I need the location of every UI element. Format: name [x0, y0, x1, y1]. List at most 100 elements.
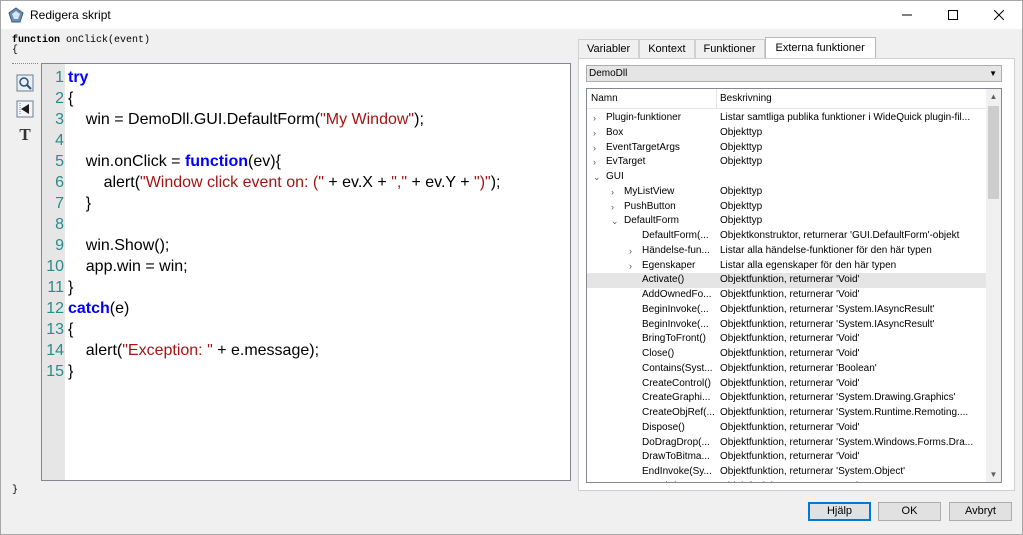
tree-row[interactable]: AddOwnedFo... Objektfunktion, returnerar …	[587, 288, 987, 303]
code-text: }	[68, 361, 73, 382]
tree-row[interactable]: EndInvoke(Sy... Objektfunktion, returnera…	[587, 465, 987, 480]
tree-row[interactable]: BringToFront() Objektfunktion, returnerar…	[587, 332, 987, 347]
code-token: (e)	[109, 300, 130, 317]
tree-item-name: Händelse-fun...	[642, 244, 710, 256]
code-token: {	[68, 321, 74, 338]
tree-item-name: DefaultForm	[624, 215, 680, 227]
insert-tool-button[interactable]	[15, 99, 35, 119]
signature-close-brace: }	[12, 485, 19, 496]
code-text: try	[68, 67, 88, 88]
tree-row[interactable]: › Box Objekttyp	[587, 126, 987, 141]
vertical-scrollbar[interactable]: ▲ ▼	[986, 89, 1001, 482]
code-editor[interactable]: 1 try 2{3 win = DemoDll.GUI.DefaultForm("M…	[41, 63, 571, 481]
tree-item-name: EndInvoke(Sy...	[642, 466, 712, 477]
expand-chevron-icon[interactable]: ›	[593, 111, 596, 126]
tree-row[interactable]: BeginInvoke(... Objektfunktion, returnera…	[587, 303, 987, 318]
tree-item-name: EvTarget	[606, 156, 646, 168]
collapse-chevron-icon[interactable]: ⌄	[611, 214, 619, 229]
line-number: 2	[55, 90, 64, 107]
help-button[interactable]: Hjälp	[808, 502, 871, 521]
tree-row[interactable]: ⌄ DefaultForm Objekttyp	[587, 214, 987, 229]
code-string: ")"	[474, 174, 491, 191]
tree-row[interactable]: DrawToBitma... Objektfunktion, returnerar…	[587, 450, 987, 465]
tree-rows: › Plugin-funktioner Listar samtliga publik…	[587, 111, 987, 482]
tree-row[interactable]: Equals(Syst... Objektfunktion, returnerar…	[587, 480, 987, 482]
tree-row[interactable]: ⌄ GUI	[587, 170, 987, 185]
cancel-button[interactable]: Avbryt	[949, 502, 1012, 521]
tab-externa-funktioner[interactable]: Externa funktioner	[764, 37, 876, 58]
signature-keyword: function	[12, 35, 61, 46]
code-token: }	[68, 195, 92, 212]
close-button[interactable]	[976, 1, 1022, 29]
expand-chevron-icon[interactable]: ›	[593, 155, 596, 170]
line-number: 5	[55, 153, 64, 170]
tree-item-description: Objektfunktion, returnerar 'System.IAsyn…	[720, 318, 935, 330]
code-token: win = DemoDll.GUI.DefaultForm(	[68, 111, 321, 128]
insert-arrow-icon	[16, 100, 34, 118]
maximize-button[interactable]	[930, 1, 976, 29]
editor-toolbar: T	[15, 73, 37, 151]
code-text: }	[68, 193, 91, 214]
line-number: 15	[46, 363, 64, 380]
tree-item-name: AddOwnedFo...	[642, 289, 712, 300]
tab-variabler[interactable]: Variabler	[578, 39, 640, 58]
tree-row[interactable]: CreateControl() Objektfunktion, returnera…	[587, 377, 987, 392]
tree-row[interactable]: › EvTarget Objekttyp	[587, 155, 987, 170]
tree-row[interactable]: › Plugin-funktioner Listar samtliga publik…	[587, 111, 987, 126]
scroll-down-icon[interactable]: ▼	[986, 467, 1001, 482]
column-divider[interactable]	[716, 89, 717, 109]
scroll-thumb[interactable]	[988, 106, 999, 199]
tree-row[interactable]: › PushButton Objekttyp	[587, 200, 987, 215]
tab-funktioner[interactable]: Funktioner	[694, 39, 765, 58]
column-header-name[interactable]: Namn	[591, 93, 618, 104]
tree-item-description: Objektfunktion, returnerar 'Void'	[720, 377, 860, 389]
tree-item-name: Plugin-funktioner	[606, 112, 682, 123]
divider	[12, 63, 38, 64]
tree-item-name: DrawToBitma...	[642, 451, 710, 463]
expand-chevron-icon[interactable]: ›	[593, 126, 596, 141]
find-tool-button[interactable]	[15, 73, 35, 93]
tab-kontext[interactable]: Kontext	[639, 39, 695, 58]
expand-chevron-icon[interactable]: ›	[629, 259, 632, 274]
tree-item-description: Objektfunktion, returnerar 'System.Objec…	[720, 466, 906, 477]
tree-row[interactable]: › Händelse-fun... Listar alla händelse-fun…	[587, 244, 987, 259]
search-icon	[16, 74, 34, 92]
tree-item-description: Objektfunktion, returnerar 'Void'	[720, 289, 860, 300]
code-text: alert("Window click event on: (" + ev.X …	[68, 172, 501, 193]
tree-item-description: Objektfunktion, returnerar 'System.Drawi…	[720, 392, 956, 404]
tree-row[interactable]: DoDragDrop(... Objektfunktion, returnerar…	[587, 436, 987, 451]
expand-chevron-icon[interactable]: ›	[629, 244, 632, 259]
minimize-button[interactable]	[884, 1, 930, 29]
tree-row[interactable]: Dispose() Objektfunktion, returnerar 'Voi…	[587, 421, 987, 436]
code-token: win.onClick =	[68, 153, 185, 170]
code-token: + e.message);	[212, 342, 320, 359]
code-text: }	[68, 277, 73, 298]
ok-button[interactable]: OK	[878, 502, 941, 521]
tree-row[interactable]: Activate() Objektfunktion, returnerar 'Vo…	[587, 273, 987, 288]
column-header-description[interactable]: Beskrivning	[720, 93, 772, 104]
chevron-down-icon: ▼	[989, 69, 997, 78]
expand-chevron-icon[interactable]: ›	[611, 185, 614, 200]
expand-chevron-icon[interactable]: ›	[593, 141, 596, 156]
tree-row[interactable]: Contains(Syst... Objektfunktion, returner…	[587, 362, 987, 377]
tree-row[interactable]: › Egenskaper Listar alla egenskaper för de…	[587, 259, 987, 274]
tree-row[interactable]: BeginInvoke(... Objektfunktion, returnera…	[587, 318, 987, 333]
text-tool-button[interactable]: T	[15, 125, 35, 145]
function-tree[interactable]: Namn Beskrivning › Plugin-funktioner Lista…	[586, 88, 1002, 483]
tree-item-description: Objektfunktion, returnerar 'Void'	[720, 274, 860, 286]
collapse-chevron-icon[interactable]: ⌄	[593, 170, 601, 185]
tree-row[interactable]: CreateObjRef(... Objektfunktion, returner…	[587, 406, 987, 421]
code-token: app.win = win;	[68, 258, 188, 275]
tree-row[interactable]: Close() Objektfunktion, returnerar 'Void'	[587, 347, 987, 362]
tree-row[interactable]: CreateGraphi... Objektfunktion, returnera…	[587, 391, 987, 406]
scroll-up-icon[interactable]: ▲	[986, 89, 1001, 104]
minimize-icon	[902, 14, 912, 16]
tree-row[interactable]: › MyListView Objekttyp	[587, 185, 987, 200]
tree-item-name: BeginInvoke(...	[642, 303, 709, 315]
code-text: win.Show();	[68, 235, 170, 256]
tree-row[interactable]: DefaultForm(... Objektkonstruktor, return…	[587, 229, 987, 244]
code-token: (ev){	[248, 153, 281, 170]
library-select[interactable]: DemoDll ▼	[586, 65, 1002, 82]
tree-row[interactable]: › EventTargetArgs Objekttyp	[587, 141, 987, 156]
expand-chevron-icon[interactable]: ›	[611, 200, 614, 215]
